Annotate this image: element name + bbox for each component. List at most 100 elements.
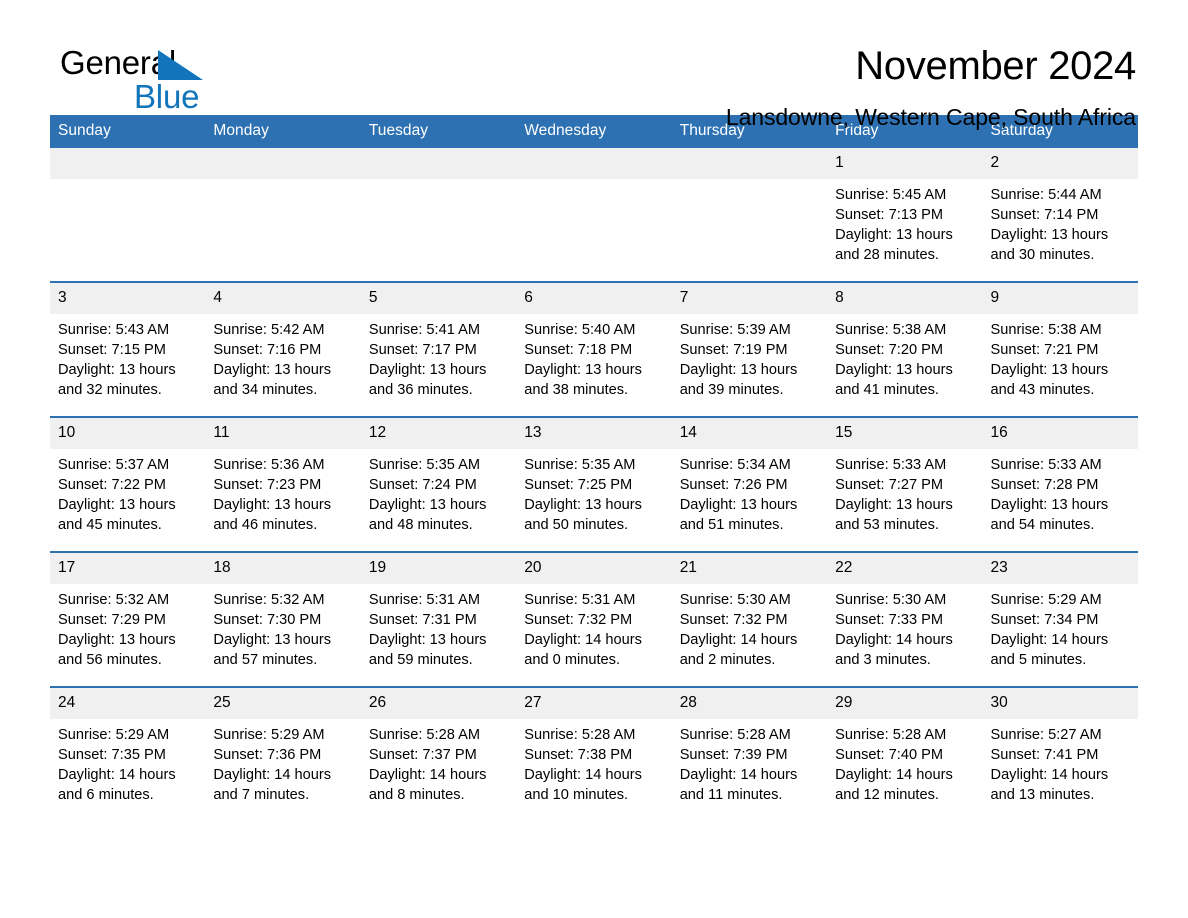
day-number: 28 — [671, 688, 828, 719]
daylight-text: Daylight: 14 hours and 7 minutes. — [213, 767, 332, 803]
calendar-day-cell[interactable]: 10 Sunrise: 5:37 AM Sunset: 7:22 PM Dayligh… — [50, 416, 206, 552]
calendar-day-cell[interactable]: 1 Sunrise: 5:45 AM Sunset: 7:13 PM Daylight… — [827, 148, 983, 282]
calendar-day-cell[interactable]: 8 Sunrise: 5:38 AM Sunset: 7:20 PM Daylight… — [827, 281, 983, 417]
calendar-day-cell[interactable]: 21 Sunrise: 5:30 AM Sunset: 7:32 PM Dayligh… — [671, 551, 828, 687]
calendar-day-cell[interactable]: 24 Sunrise: 5:29 AM Sunset: 7:35 PM Dayligh… — [50, 686, 206, 821]
day-number: 7 — [671, 283, 828, 314]
sunrise-text: Sunrise: 5:41 AM — [368, 322, 480, 338]
daylight-text: Daylight: 13 hours and 54 minutes. — [990, 497, 1109, 533]
sunset-text: Sunset: 7:23 PM — [213, 477, 322, 493]
calendar-week-row: 17 Sunrise: 5:32 AM Sunset: 7:29 PM Dayligh… — [50, 551, 1138, 687]
day-number — [50, 148, 206, 179]
calendar-day-cell-empty — [671, 148, 828, 282]
daylight-text: Daylight: 13 hours and 51 minutes. — [679, 497, 798, 533]
sunrise-text: Sunrise: 5:37 AM — [58, 457, 170, 473]
calendar-day-cell[interactable]: 9 Sunrise: 5:38 AM Sunset: 7:21 PM Daylight… — [982, 281, 1138, 417]
sunrise-text: Sunrise: 5:33 AM — [835, 457, 947, 473]
day-number: 3 — [50, 283, 206, 314]
daylight-text: Daylight: 14 hours and 13 minutes. — [990, 767, 1109, 803]
calendar-week-row: 1 Sunrise: 5:45 AM Sunset: 7:13 PM Daylight… — [50, 148, 1138, 282]
sunset-text: Sunset: 7:20 PM — [835, 342, 944, 358]
calendar-day-cell[interactable]: 22 Sunrise: 5:30 AM Sunset: 7:33 PM Dayligh… — [827, 551, 983, 687]
day-details: Sunrise: 5:39 AM Sunset: 7:19 PM Daylight:… — [672, 314, 827, 400]
calendar-table: Sunday Monday Tuesday Wednesday Thursday… — [50, 115, 1138, 821]
calendar-day-cell[interactable]: 16 Sunrise: 5:33 AM Sunset: 7:28 PM Dayligh… — [982, 416, 1138, 552]
day-number: 26 — [360, 688, 517, 719]
sunset-text: Sunset: 7:40 PM — [835, 747, 944, 763]
calendar-day-cell-empty — [360, 148, 517, 282]
day-number: 24 — [50, 688, 206, 719]
day-number: 23 — [982, 553, 1138, 584]
calendar-day-cell[interactable]: 25 Sunrise: 5:29 AM Sunset: 7:36 PM Dayligh… — [205, 686, 361, 821]
sunrise-text: Sunrise: 5:35 AM — [524, 457, 636, 473]
calendar-day-cell[interactable]: 27 Sunrise: 5:28 AM Sunset: 7:38 PM Dayligh… — [516, 686, 672, 821]
calendar-day-cell[interactable]: 26 Sunrise: 5:28 AM Sunset: 7:37 PM Dayligh… — [360, 686, 517, 821]
calendar-day-cell[interactable]: 13 Sunrise: 5:35 AM Sunset: 7:25 PM Dayligh… — [516, 416, 672, 552]
day-details: Sunrise: 5:32 AM Sunset: 7:30 PM Daylight:… — [205, 584, 360, 670]
daylight-text: Daylight: 13 hours and 32 minutes. — [58, 362, 176, 398]
calendar-day-cell[interactable]: 7 Sunrise: 5:39 AM Sunset: 7:19 PM Daylight… — [671, 281, 828, 417]
sunset-text: Sunset: 7:16 PM — [213, 342, 322, 358]
calendar-day-cell[interactable]: 15 Sunrise: 5:33 AM Sunset: 7:27 PM Dayligh… — [827, 416, 983, 552]
day-details: Sunrise: 5:43 AM Sunset: 7:15 PM Daylight:… — [50, 314, 205, 400]
sunrise-text: Sunrise: 5:28 AM — [679, 727, 791, 743]
sunrise-text: Sunrise: 5:28 AM — [835, 727, 947, 743]
sunset-text: Sunset: 7:28 PM — [990, 477, 1099, 493]
sunset-text: Sunset: 7:38 PM — [524, 747, 633, 763]
day-number — [671, 148, 828, 179]
sunset-text: Sunset: 7:41 PM — [990, 747, 1099, 763]
sunrise-text: Sunrise: 5:35 AM — [368, 457, 480, 473]
calendar-day-cell[interactable]: 2 Sunrise: 5:44 AM Sunset: 7:14 PM Daylight… — [982, 148, 1138, 282]
sunset-text: Sunset: 7:22 PM — [58, 477, 166, 493]
calendar-day-cell[interactable]: 20 Sunrise: 5:31 AM Sunset: 7:32 PM Dayligh… — [516, 551, 672, 687]
calendar-day-cell[interactable]: 23 Sunrise: 5:29 AM Sunset: 7:34 PM Dayligh… — [982, 551, 1138, 687]
day-details: Sunrise: 5:29 AM Sunset: 7:34 PM Daylight:… — [983, 584, 1138, 670]
day-number: 18 — [205, 553, 361, 584]
sunset-text: Sunset: 7:29 PM — [58, 612, 166, 628]
sunrise-text: Sunrise: 5:32 AM — [58, 592, 170, 608]
sunset-text: Sunset: 7:27 PM — [835, 477, 944, 493]
calendar-week-row: 3 Sunrise: 5:43 AM Sunset: 7:15 PM Daylight… — [50, 281, 1138, 417]
day-number: 22 — [827, 553, 983, 584]
day-number: 2 — [982, 148, 1138, 179]
sunset-text: Sunset: 7:25 PM — [524, 477, 633, 493]
brand-logo-line1: General — [60, 46, 320, 82]
day-details: Sunrise: 5:41 AM Sunset: 7:17 PM Daylight:… — [361, 314, 516, 400]
calendar-day-cell[interactable]: 4 Sunrise: 5:42 AM Sunset: 7:16 PM Daylight… — [205, 281, 361, 417]
sunrise-text: Sunrise: 5:40 AM — [524, 322, 636, 338]
calendar-day-cell[interactable]: 3 Sunrise: 5:43 AM Sunset: 7:15 PM Daylight… — [50, 281, 206, 417]
daylight-text: Daylight: 13 hours and 30 minutes. — [990, 227, 1109, 263]
daylight-text: Daylight: 14 hours and 0 minutes. — [524, 632, 642, 668]
triangle-icon — [158, 50, 203, 80]
calendar-day-cell[interactable]: 28 Sunrise: 5:28 AM Sunset: 7:39 PM Dayligh… — [671, 686, 828, 821]
calendar-day-cell[interactable]: 18 Sunrise: 5:32 AM Sunset: 7:30 PM Dayligh… — [205, 551, 361, 687]
day-number — [516, 148, 672, 179]
day-details: Sunrise: 5:28 AM Sunset: 7:40 PM Daylight:… — [827, 719, 982, 805]
calendar-day-cell[interactable]: 19 Sunrise: 5:31 AM Sunset: 7:31 PM Dayligh… — [360, 551, 517, 687]
calendar-day-cell[interactable]: 30 Sunrise: 5:27 AM Sunset: 7:41 PM Dayligh… — [982, 686, 1138, 821]
calendar-day-cell[interactable]: 17 Sunrise: 5:32 AM Sunset: 7:29 PM Dayligh… — [50, 551, 206, 687]
day-details: Sunrise: 5:42 AM Sunset: 7:16 PM Daylight:… — [205, 314, 360, 400]
sunrise-text: Sunrise: 5:29 AM — [990, 592, 1102, 608]
calendar-day-cell[interactable]: 14 Sunrise: 5:34 AM Sunset: 7:26 PM Dayligh… — [671, 416, 828, 552]
day-details: Sunrise: 5:44 AM Sunset: 7:14 PM Daylight:… — [983, 179, 1138, 265]
calendar-day-cell[interactable]: 29 Sunrise: 5:28 AM Sunset: 7:40 PM Dayligh… — [827, 686, 983, 821]
brand-logo[interactable]: General Blue — [60, 46, 320, 116]
day-details: Sunrise: 5:30 AM Sunset: 7:33 PM Daylight:… — [827, 584, 982, 670]
page-header: General Blue November 2024 Lansdowne, We… — [50, 0, 1138, 130]
calendar-day-cell[interactable]: 6 Sunrise: 5:40 AM Sunset: 7:18 PM Daylight… — [516, 281, 672, 417]
day-number: 15 — [827, 418, 983, 449]
calendar-day-cell[interactable]: 5 Sunrise: 5:41 AM Sunset: 7:17 PM Daylight… — [360, 281, 517, 417]
day-number: 19 — [360, 553, 517, 584]
day-number: 13 — [516, 418, 672, 449]
daylight-text: Daylight: 13 hours and 34 minutes. — [213, 362, 332, 398]
sunset-text: Sunset: 7:30 PM — [213, 612, 322, 628]
calendar-day-cell[interactable]: 12 Sunrise: 5:35 AM Sunset: 7:24 PM Dayligh… — [360, 416, 517, 552]
calendar-day-cell[interactable]: 11 Sunrise: 5:36 AM Sunset: 7:23 PM Dayligh… — [205, 416, 361, 552]
sunset-text: Sunset: 7:24 PM — [368, 477, 477, 493]
daylight-text: Daylight: 13 hours and 48 minutes. — [368, 497, 487, 533]
sunset-text: Sunset: 7:18 PM — [524, 342, 633, 358]
daylight-text: Daylight: 13 hours and 59 minutes. — [368, 632, 487, 668]
daylight-text: Daylight: 13 hours and 43 minutes. — [990, 362, 1109, 398]
day-details: Sunrise: 5:29 AM Sunset: 7:36 PM Daylight:… — [205, 719, 360, 805]
